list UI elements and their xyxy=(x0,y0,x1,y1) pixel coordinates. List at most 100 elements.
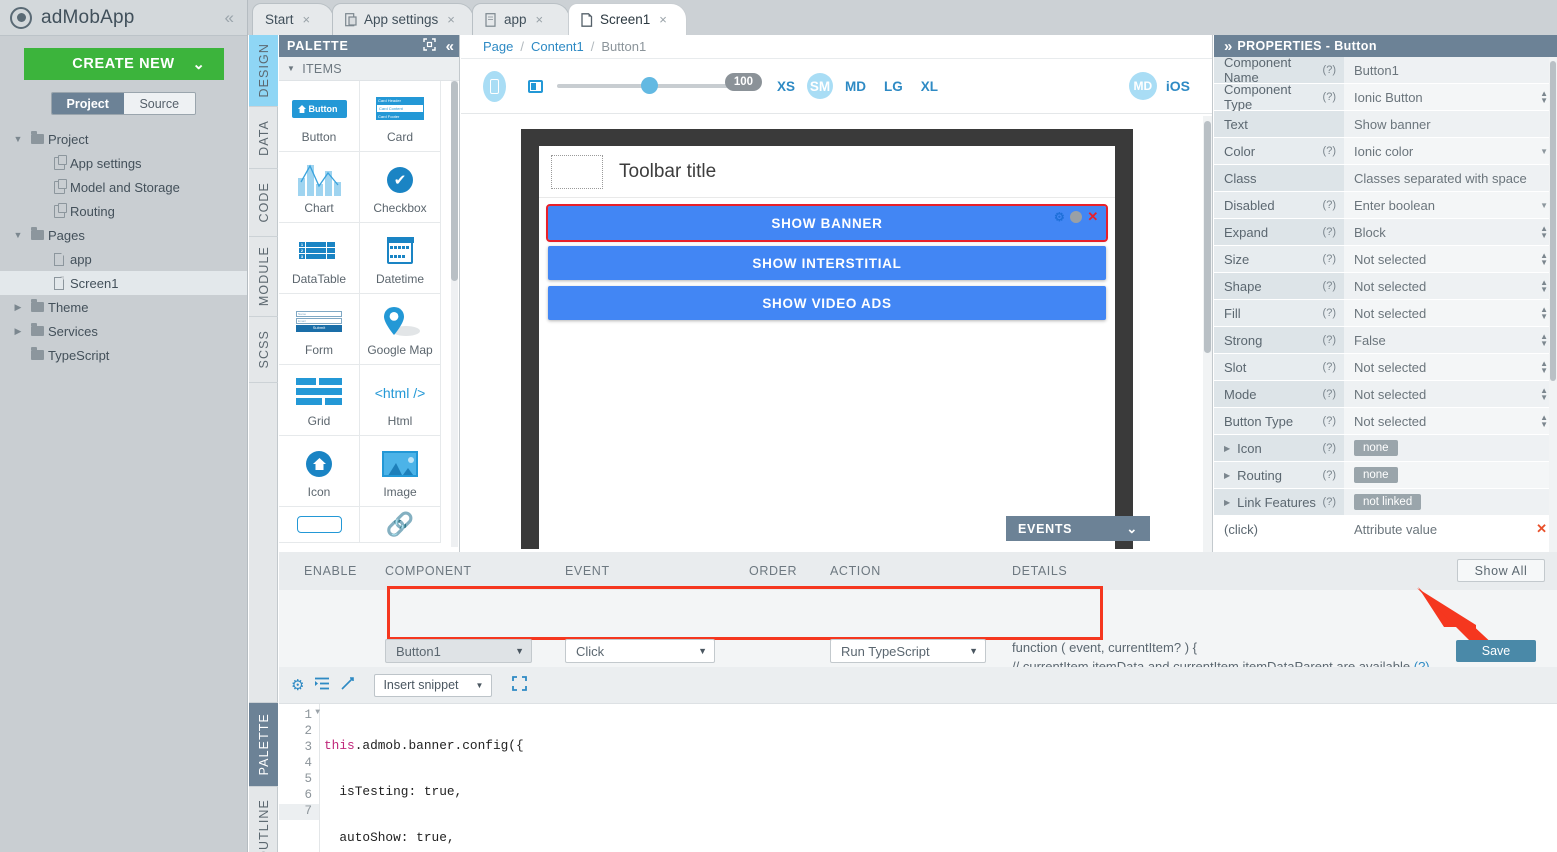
tab-start[interactable]: Start × xyxy=(252,3,334,35)
property-value-cell[interactable]: Not selected ▲ ▼ xyxy=(1344,381,1557,408)
spinner-icon[interactable]: ▲ ▼ xyxy=(1540,279,1548,294)
event-action-select[interactable]: Run TypeScript ▼ xyxy=(830,639,986,663)
breakpoint-lg[interactable]: LG xyxy=(884,79,903,94)
tab-app[interactable]: app × xyxy=(472,3,570,35)
property-value-cell[interactable]: Show banner xyxy=(1344,111,1557,138)
mode-badge-md[interactable]: MD xyxy=(1128,72,1157,100)
palette-item-input[interactable] xyxy=(279,507,360,543)
disabled-icon[interactable] xyxy=(1070,211,1083,223)
close-icon[interactable]: × xyxy=(303,12,311,27)
create-new-button[interactable]: CREATE NEW ⌄ xyxy=(23,48,224,80)
property-value-cell[interactable]: Button1 xyxy=(1344,57,1557,84)
insert-snippet-select[interactable]: Insert snippet ▼ xyxy=(374,673,493,697)
palette-item-card[interactable]: Card Header Card Content Card Footer Car… xyxy=(360,81,441,152)
spinner-icon[interactable]: ▲ ▼ xyxy=(1540,387,1548,402)
help-icon[interactable]: (?) xyxy=(1323,91,1336,103)
palette-group-items[interactable]: ▼ ITEMS xyxy=(279,57,459,81)
help-icon[interactable]: (?) xyxy=(1323,280,1336,292)
help-icon[interactable]: (?) xyxy=(1323,145,1336,157)
palette-item-grid[interactable]: Grid xyxy=(279,365,360,436)
property-tag-button[interactable]: none xyxy=(1354,440,1398,456)
property-tag-button[interactable]: none xyxy=(1354,467,1398,483)
help-icon[interactable]: (?) xyxy=(1323,307,1336,319)
palette-item-checkbox[interactable]: ✔ Checkbox xyxy=(360,152,441,223)
gear-icon[interactable]: ⚙ xyxy=(1054,210,1065,224)
tree-item-services[interactable]: ▶ Services xyxy=(0,319,247,343)
indent-icon[interactable] xyxy=(315,677,330,694)
zoom-slider[interactable]: 100 xyxy=(557,73,762,94)
tab-source[interactable]: Source xyxy=(123,93,195,114)
palette-item-google-map[interactable]: Google Map xyxy=(360,294,441,365)
spinner-icon[interactable]: ▲ ▼ xyxy=(1540,360,1548,375)
collapse-sidebar-icon[interactable]: « xyxy=(225,8,237,28)
spinner-icon[interactable]: ▲ ▼ xyxy=(1540,90,1548,105)
chevron-down-icon[interactable]: ▼ xyxy=(1540,147,1548,156)
preview-button-show-banner[interactable]: SHOW BANNER ⚙ ✕ xyxy=(546,204,1108,242)
tree-item-screen1[interactable]: Screen1 xyxy=(0,271,247,295)
palette-item-html[interactable]: <html /> Html xyxy=(360,365,441,436)
tablet-icon[interactable] xyxy=(528,79,543,93)
property-value-cell[interactable]: Not selected ▲ ▼ xyxy=(1344,408,1557,435)
property-value-cell[interactable]: none xyxy=(1344,462,1557,489)
property-value-cell[interactable]: Not selected ▲ ▼ xyxy=(1344,273,1557,300)
toolbar-slot-placeholder[interactable] xyxy=(551,154,603,189)
breakpoint-md[interactable]: MD xyxy=(845,79,866,94)
palette-item-datetime[interactable]: Datetime xyxy=(360,223,441,294)
rail-tab-module[interactable]: MODULE xyxy=(249,237,278,317)
property-value-cell[interactable]: Not selected ▲ ▼ xyxy=(1344,300,1557,327)
help-icon[interactable]: (?) xyxy=(1323,442,1336,454)
preview-button-show-interstitial[interactable]: SHOW INTERSTITIAL xyxy=(548,246,1106,280)
property-value-cell[interactable]: not linked xyxy=(1344,489,1557,516)
palette-item-link[interactable]: 🔗 xyxy=(360,507,441,543)
save-button[interactable]: Save xyxy=(1456,640,1536,662)
palette-scrollbar-thumb[interactable] xyxy=(451,81,458,281)
tab-app-settings[interactable]: App settings × xyxy=(332,3,474,35)
event-type-select[interactable]: Click ▼ xyxy=(565,639,715,663)
twisty-icon[interactable]: ▼ xyxy=(10,134,26,144)
phone-icon[interactable] xyxy=(483,70,506,102)
chevron-down-icon[interactable]: ▼ xyxy=(1540,201,1548,210)
property-value-cell[interactable]: Classes separated with space xyxy=(1344,165,1557,192)
palette-item-form[interactable]: Name Email Submit Form xyxy=(279,294,360,365)
palette-item-button[interactable]: Button Button xyxy=(279,81,360,152)
properties-scrollbar-thumb[interactable] xyxy=(1550,61,1556,381)
help-icon[interactable]: (?) xyxy=(1323,253,1336,265)
rail-tab-scss[interactable]: SCSS xyxy=(249,317,278,383)
close-icon[interactable]: × xyxy=(659,12,667,27)
tree-item-theme[interactable]: ▶ Theme xyxy=(0,295,247,319)
expand-icon[interactable] xyxy=(422,38,436,54)
close-icon[interactable]: × xyxy=(447,12,455,27)
help-icon[interactable]: (?) xyxy=(1323,361,1336,373)
property-value-cell[interactable]: Attribute value ✕ xyxy=(1344,516,1557,543)
close-icon[interactable]: ✕ xyxy=(1087,209,1099,225)
property-value-cell[interactable]: Ionic Button ▲ ▼ xyxy=(1344,84,1557,111)
property-value-cell[interactable]: Ionic color ▼ xyxy=(1344,138,1557,165)
twisty-icon[interactable]: ▶ xyxy=(1224,471,1230,480)
tree-item-app-settings[interactable]: App settings xyxy=(0,151,247,175)
palette-item-icon[interactable]: Icon xyxy=(279,436,360,507)
expand-panel-icon[interactable]: » xyxy=(1224,38,1233,55)
help-icon[interactable]: (?) xyxy=(1323,469,1336,481)
breadcrumb-content1[interactable]: Content1 xyxy=(531,39,584,54)
tree-item-typescript[interactable]: TypeScript xyxy=(0,343,247,367)
tree-item-app[interactable]: app xyxy=(0,247,247,271)
fullscreen-icon[interactable] xyxy=(512,675,528,695)
gear-icon[interactable]: ⚙ xyxy=(291,676,304,694)
tree-item-routing[interactable]: Routing xyxy=(0,199,247,223)
show-all-button[interactable]: Show All xyxy=(1457,559,1545,582)
property-value-cell[interactable]: Not selected ▲ ▼ xyxy=(1344,246,1557,273)
palette-item-image[interactable]: Image xyxy=(360,436,441,507)
rail-tab-palette[interactable]: PALETTE xyxy=(249,703,278,787)
twisty-icon[interactable]: ▶ xyxy=(10,302,26,313)
property-value-cell[interactable]: False ▲ ▼ xyxy=(1344,327,1557,354)
platform-ios[interactable]: iOS xyxy=(1166,78,1190,94)
canvas-scrollbar-thumb[interactable] xyxy=(1204,121,1211,353)
spinner-icon[interactable]: ▲ ▼ xyxy=(1540,333,1548,348)
rail-tab-outline[interactable]: OUTLINE xyxy=(249,787,278,852)
twisty-icon[interactable]: ▶ xyxy=(10,326,26,337)
tab-screen1[interactable]: Screen1 × xyxy=(568,3,687,35)
breakpoint-xs[interactable]: XS xyxy=(777,79,795,94)
property-value-cell[interactable]: Enter boolean ▼ xyxy=(1344,192,1557,219)
twisty-icon[interactable]: ▶ xyxy=(1224,498,1230,507)
preview-button-show-video-ads[interactable]: SHOW VIDEO ADS xyxy=(548,286,1106,320)
